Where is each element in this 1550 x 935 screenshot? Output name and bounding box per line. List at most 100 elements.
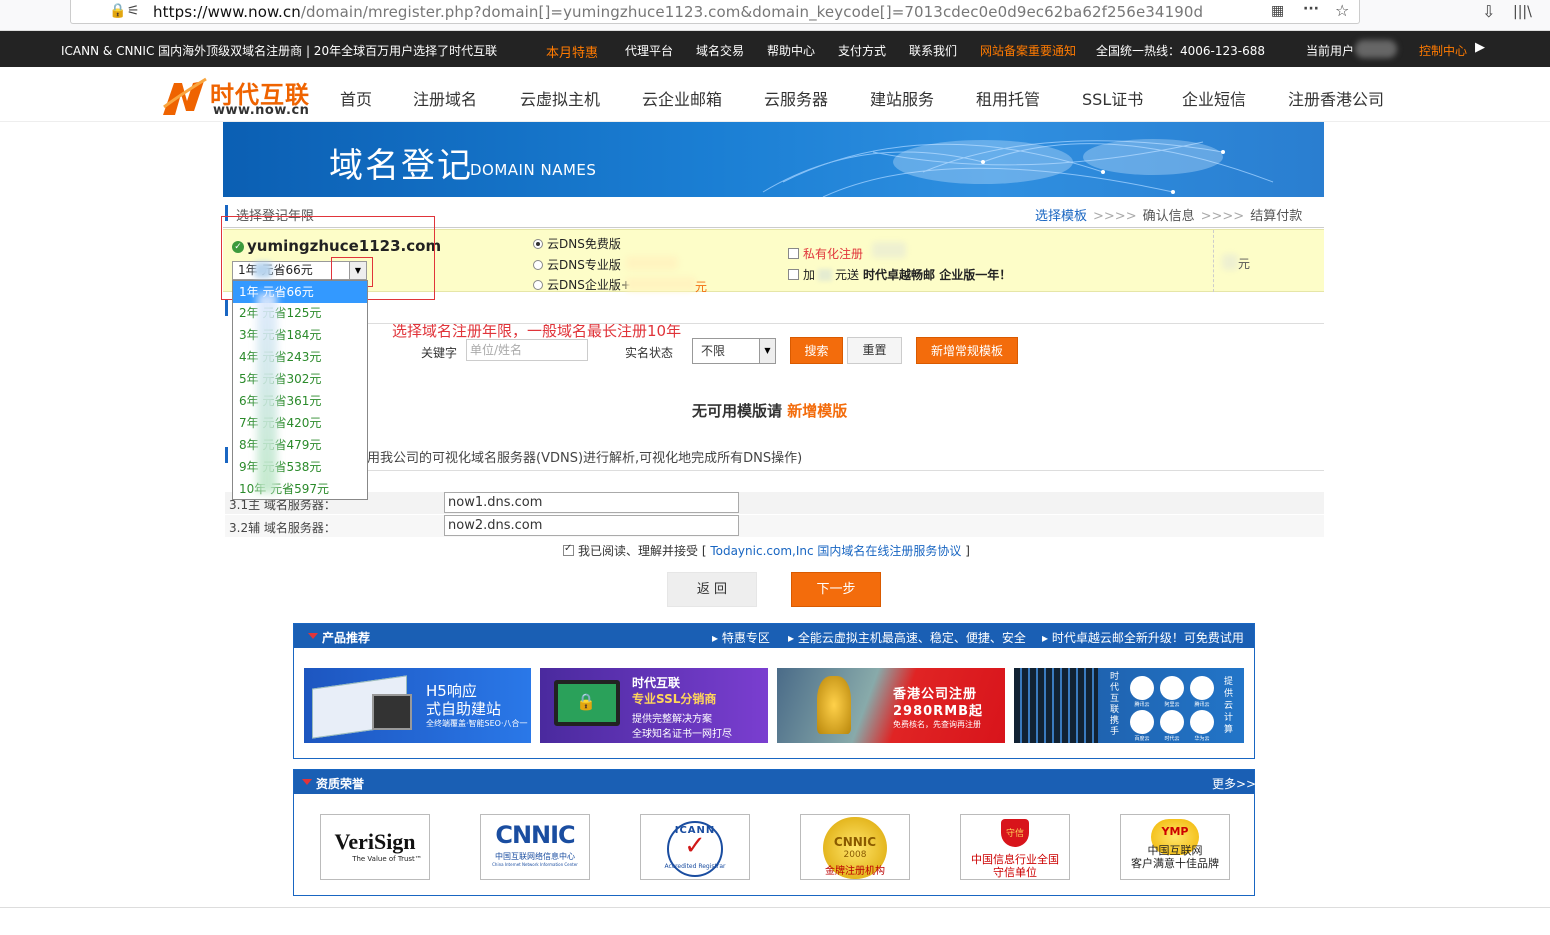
pocket-icon[interactable]: ⇩ — [1482, 2, 1495, 21]
footer-divider — [0, 907, 1550, 908]
keyword-label: 关键字 — [421, 346, 458, 360]
new-template-button[interactable]: 新增常规模板 — [916, 337, 1018, 364]
dns-secondary-label: 3.2辅 域名服务器： — [229, 521, 336, 535]
cert-cnnic[interactable]: CNNIC 中国互联网络信息中心 China Internet Network … — [480, 814, 590, 880]
partner-icon-tencent — [1130, 676, 1154, 700]
dns-free-label: 云DNS免费版 — [547, 237, 621, 251]
triangle-icon — [308, 633, 318, 639]
dns-pro-option[interactable]: 云DNS专业版 — [533, 256, 621, 273]
nav-hosting[interactable]: 租用托管 — [976, 86, 1040, 110]
nav-home[interactable]: 首页 — [340, 86, 372, 110]
nav-site-building[interactable]: 建站服务 — [870, 86, 934, 110]
column-divider — [1213, 230, 1214, 292]
cert-ymp[interactable]: YMP 中国互联网 客户满意十佳品牌 — [1120, 814, 1230, 880]
dns-secondary-input[interactable]: now2.dns.com — [444, 515, 739, 536]
banner-subtitle: DOMAIN NAMES — [470, 161, 597, 179]
promo-cloud-partners[interactable]: 时代互联携手 提供云计算 腾讯云 阿里云 腾讯云 百度云 时代云 华为云 — [1014, 668, 1244, 743]
year-option[interactable]: 4年 元省243元 — [233, 346, 367, 368]
library-icon[interactable]: |||\ — [1513, 4, 1532, 20]
promo-ssl[interactable]: 🔒 时代互联 专业SSL分销商 提供完整解决方案 全球知名证书一网打尽 — [540, 668, 768, 743]
no-template-message: 无可用模版请 新增模版 — [692, 400, 847, 421]
year-option[interactable]: 1年 元省66元 — [233, 281, 367, 303]
new-template-link[interactable]: 新增模版 — [787, 402, 847, 420]
year-option[interactable]: 3年 元省184元 — [233, 324, 367, 346]
link-monthly-deals[interactable]: 本月特惠 — [546, 42, 598, 61]
link-payment[interactable]: 支付方式 — [838, 42, 886, 59]
honors-more-link[interactable]: 更多>> — [1212, 775, 1256, 792]
promo2-line3: 提供完整解决方案 — [632, 714, 712, 725]
keyword-input[interactable]: 单位/姓名 — [466, 339, 588, 361]
hotline: 全国统一热线：4006-123-688 — [1096, 44, 1266, 58]
cert-verisign[interactable]: VeriSign The Value of Trust™ — [320, 814, 430, 880]
year-option[interactable]: 7年 元省420元 — [233, 412, 367, 434]
year-option[interactable]: 10年 元省597元 — [233, 478, 367, 500]
link-mail-text: 时代卓越云邮全新升级！可免费试用 — [1051, 631, 1244, 645]
page-banner: 域名登记 DOMAIN NAMES — [223, 122, 1324, 197]
year-option[interactable]: 2年 元省125元 — [233, 302, 367, 324]
private-register-option[interactable]: 私有化注册 — [788, 245, 863, 262]
control-center-link[interactable]: 控制中心 — [1419, 42, 1467, 59]
qr-code-icon[interactable]: ▦ — [1271, 3, 1284, 19]
nav-register-domain[interactable]: 注册域名 — [413, 86, 477, 110]
dns-free-option[interactable]: 云DNS免费版 — [533, 235, 621, 252]
address-bar[interactable]: 🔒 ⚟ https://www.now.cn/domain/mregister.… — [70, 0, 1360, 24]
section-marker — [225, 447, 228, 463]
cert-icann[interactable]: ICANN ✓ Accredited Registrar — [640, 814, 750, 880]
step-confirm-info: 确认信息 — [1142, 209, 1195, 224]
cert-cnnic-2008[interactable]: CNNIC 2008 金牌注册机构 — [800, 814, 910, 880]
link-specials-text: 特惠专区 — [721, 631, 770, 645]
checkbox-icon[interactable] — [788, 269, 799, 280]
link-icp-notice[interactable]: 网站备案重要通知 — [980, 42, 1076, 59]
link-mail-promo[interactable]: ▸ 时代卓越云邮全新升级！可免费试用 — [1042, 629, 1244, 646]
link-contact[interactable]: 联系我们 — [909, 42, 957, 59]
partner-label: 时代云 — [1164, 736, 1180, 742]
link-help-center[interactable]: 帮助中心 — [767, 42, 815, 59]
agreement-line: 我已阅读、理解并接受 [ Todaynic.com,Inc 国内域名在线注册服务… — [563, 542, 970, 559]
dns-primary-input[interactable]: now1.dns.com — [444, 492, 739, 513]
gift-mail-option[interactable]: 加 元送 时代卓越畅邮 企业版一年！ — [788, 266, 1011, 283]
year-option[interactable]: 9年 元省538元 — [233, 456, 367, 478]
realname-status-value: 不限 — [701, 344, 726, 358]
nav-enterprise-mail[interactable]: 云企业邮箱 — [642, 86, 722, 110]
step-arrow: >>>> — [1200, 209, 1245, 224]
radio-selected-icon[interactable] — [533, 239, 543, 249]
radio-icon[interactable] — [533, 280, 543, 290]
year-option[interactable]: 5年 元省302元 — [233, 368, 367, 390]
nav-virtual-host[interactable]: 云虚拟主机 — [520, 86, 600, 110]
agree-prefix: 我已阅读、理解并接受 [ — [578, 544, 707, 558]
link-agent-platform[interactable]: 代理平台 — [625, 42, 673, 59]
checkbox-icon[interactable] — [788, 248, 799, 259]
back-button[interactable]: 返 回 — [667, 572, 757, 607]
site-logo[interactable]: 时代互联 www.now.cn — [160, 75, 320, 119]
next-button[interactable]: 下一步 — [791, 572, 881, 607]
dns-enterprise-option[interactable]: 云DNS企业版+ — [533, 276, 631, 293]
year-option[interactable]: 8年 元省479元 — [233, 434, 367, 456]
promo-h5-site[interactable]: H5响应 式自助建站 全终端覆盖·智能SEO·八合一 — [304, 668, 531, 743]
year-options-list[interactable]: 1年 元省66元 2年 元省125元 3年 元省184元 4年 元省243元 5… — [232, 280, 368, 500]
radio-icon[interactable] — [533, 260, 543, 270]
arrow-right-icon: ▶ — [1475, 40, 1485, 55]
cert-shouxin[interactable]: 守信 中国信息行业全国 守信单位 — [960, 814, 1070, 880]
dropdown-arrow-icon[interactable]: ▼ — [759, 339, 775, 363]
nav-cloud-server[interactable]: 云服务器 — [764, 86, 828, 110]
link-vhost-promo[interactable]: ▸ 全能云虚拟主机最高速、稳定、便捷、安全 — [788, 629, 1026, 646]
year-option[interactable]: 6年 元省361元 — [233, 390, 367, 412]
promo-hk-company[interactable]: 香港公司注册 2980RMB起 免费核名，先查询再注册 — [777, 668, 1005, 743]
reset-button[interactable]: 重置 — [847, 337, 902, 364]
nav-ssl[interactable]: SSL证书 — [1082, 86, 1143, 110]
agreement-link[interactable]: Todaynic.com,Inc 国内域名在线注册服务协议 — [710, 544, 961, 558]
search-button[interactable]: 搜索 — [790, 337, 843, 364]
link-domain-trade[interactable]: 域名交易 — [696, 42, 744, 59]
agree-checkbox[interactable] — [563, 543, 574, 556]
nav-sms[interactable]: 企业短信 — [1182, 86, 1246, 110]
nav-hk-company[interactable]: 注册香港公司 — [1288, 86, 1384, 110]
more-icon[interactable]: ··· — [1303, 1, 1319, 17]
link-vhost-text: 全能云虚拟主机最高速、稳定、便捷、安全 — [797, 631, 1026, 645]
agree-suffix: ] — [965, 544, 970, 558]
link-specials[interactable]: ▸ 特惠专区 — [712, 629, 770, 646]
partner-label: 腾讯云 — [1194, 702, 1210, 708]
permissions-icon[interactable]: ⚟ — [127, 3, 140, 19]
bookmark-star-icon[interactable]: ☆ — [1335, 1, 1349, 20]
realname-status-select[interactable]: 不限 ▼ — [692, 338, 776, 364]
ymp-line2: 客户满意十佳品牌 — [1131, 857, 1219, 870]
